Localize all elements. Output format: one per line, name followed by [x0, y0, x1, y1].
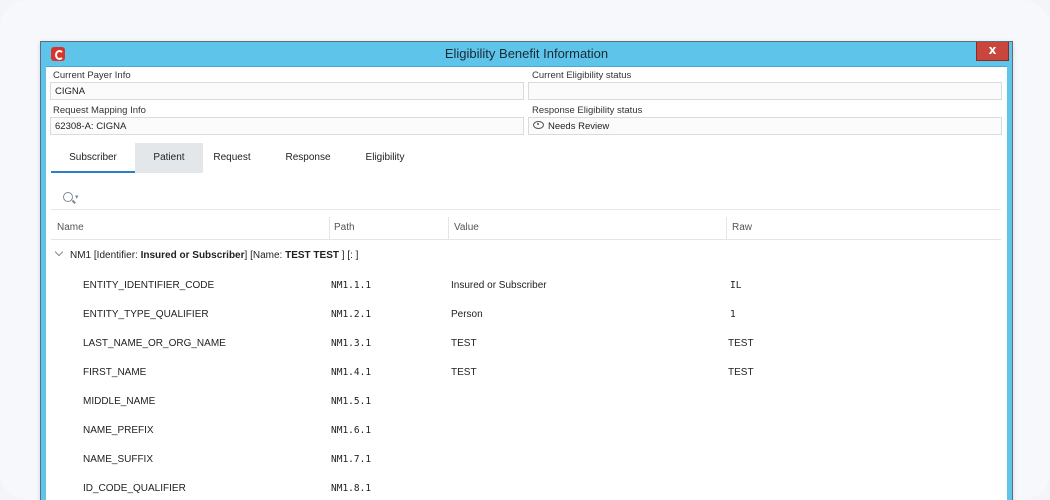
table-row[interactable]: ENTITY_TYPE_QUALIFIER NM1.2.1 Person 1 [51, 300, 1001, 329]
cell-path: NM1.6.1 [331, 425, 372, 436]
response-status-label: Response Eligibility status [532, 105, 643, 116]
title-bar[interactable]: Eligibility Benefit Information x [41, 42, 1012, 67]
cell-name: ID_CODE_QUALIFIER [83, 483, 186, 494]
search-dropdown-icon[interactable]: ▾ [75, 193, 79, 201]
column-separator[interactable] [448, 217, 449, 239]
response-status-value: Needs Review [548, 121, 610, 132]
cell-value: TEST [451, 338, 477, 349]
eye-icon [533, 121, 544, 130]
group-row-nm1[interactable]: NM1 [Identifier: Insured or Subscriber] … [51, 245, 358, 267]
cell-path: NM1.3.1 [331, 338, 372, 349]
tab-patient[interactable]: Patient [135, 143, 203, 173]
group-suffix: ] [: ] [339, 250, 359, 261]
table-row[interactable]: NAME_SUFFIX NM1.7.1 [51, 445, 1001, 474]
tab-request[interactable]: Request [203, 143, 261, 173]
cell-name: ENTITY_IDENTIFIER_CODE [83, 280, 215, 291]
column-raw[interactable]: Raw [732, 217, 752, 239]
table-header: Name Path Value Raw [51, 217, 1001, 240]
cell-name: MIDDLE_NAME [83, 396, 156, 407]
cell-value: TEST [451, 367, 477, 378]
tab-response[interactable]: Response [271, 143, 345, 173]
request-mapping-field[interactable]: 62308-A: CIGNA [50, 117, 524, 135]
cell-raw: IL [730, 280, 742, 291]
current-status-field[interactable] [528, 82, 1002, 100]
cell-name: FIRST_NAME [83, 367, 147, 378]
group-name: TEST TEST [285, 250, 339, 261]
cell-path: NM1.7.1 [331, 454, 372, 465]
tab-eligibility[interactable]: Eligibility [351, 143, 419, 173]
column-value[interactable]: Value [454, 217, 479, 239]
screenshot-frame: Eligibility Benefit Information x Curren… [0, 0, 1050, 500]
current-payer-field[interactable]: CIGNA [50, 82, 524, 100]
group-middle: ] [Name: [244, 250, 286, 261]
cell-value: Insured or Subscriber [451, 280, 547, 291]
cell-name: NAME_SUFFIX [83, 454, 154, 465]
window-title: Eligibility Benefit Information [444, 46, 609, 61]
chevron-down-icon[interactable] [54, 247, 64, 257]
cell-raw: TEST [728, 367, 754, 378]
group-identifier: Insured or Subscriber [140, 250, 245, 261]
table-row[interactable]: NAME_PREFIX NM1.6.1 [51, 416, 1001, 445]
cell-path: NM1.5.1 [331, 396, 372, 407]
cell-path: NM1.4.1 [331, 367, 372, 378]
cell-name: ENTITY_TYPE_QUALIFIER [83, 309, 209, 320]
search-divider [51, 209, 1001, 210]
current-payer-label: Current Payer Info [53, 70, 131, 81]
window-border-right [1007, 66, 1012, 500]
cell-path: NM1.1.1 [331, 280, 372, 291]
table-row[interactable]: ID_CODE_QUALIFIER NM1.8.1 [51, 474, 1001, 500]
current-status-label: Current Eligibility status [532, 70, 632, 81]
close-button[interactable]: x [976, 42, 1009, 61]
cell-name: LAST_NAME_OR_ORG_NAME [83, 338, 226, 349]
request-mapping-label: Request Mapping Info [53, 105, 146, 116]
column-name[interactable]: Name [57, 217, 84, 239]
response-status-field[interactable]: Needs Review [528, 117, 1002, 135]
cell-path: NM1.8.1 [331, 483, 372, 494]
tab-subscriber[interactable]: Subscriber [51, 143, 135, 173]
search-icon[interactable] [63, 192, 73, 202]
eligibility-dialog: Eligibility Benefit Information x Curren… [40, 41, 1013, 500]
table-row[interactable]: FIRST_NAME NM1.4.1 TEST TEST [51, 358, 1001, 387]
cell-value: Person [451, 309, 483, 320]
group-prefix: NM1 [Identifier: [70, 250, 141, 261]
window-border-left [41, 66, 46, 500]
table-row[interactable]: ENTITY_IDENTIFIER_CODE NM1.1.1 Insured o… [51, 271, 1001, 300]
column-separator[interactable] [726, 217, 727, 239]
table-row[interactable]: LAST_NAME_OR_ORG_NAME NM1.3.1 TEST TEST [51, 329, 1001, 358]
cell-raw: 1 [730, 309, 736, 320]
column-separator[interactable] [329, 217, 330, 239]
column-path[interactable]: Path [334, 217, 355, 239]
table-row[interactable]: MIDDLE_NAME NM1.5.1 [51, 387, 1001, 416]
cell-raw: TEST [728, 338, 754, 349]
cell-name: NAME_PREFIX [83, 425, 154, 436]
cell-path: NM1.2.1 [331, 309, 372, 320]
